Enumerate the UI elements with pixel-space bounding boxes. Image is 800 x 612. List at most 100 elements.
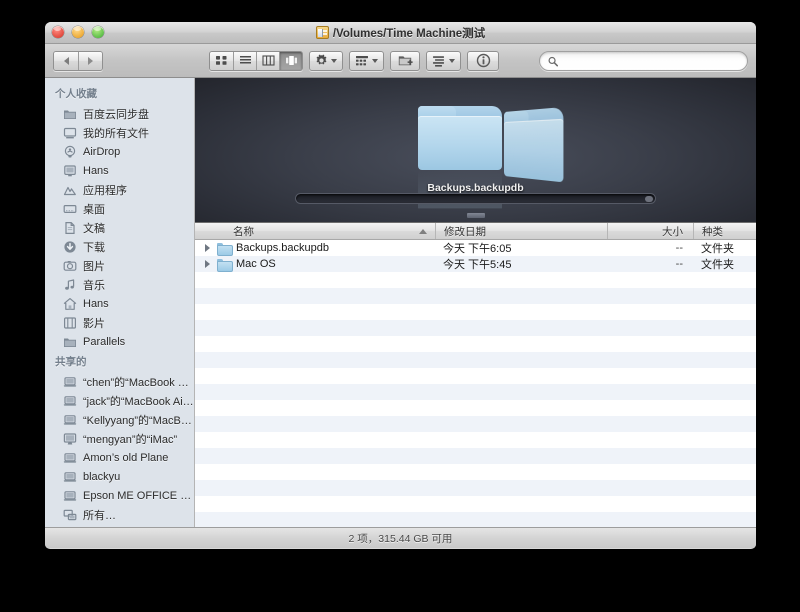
cell-date: 今天 下午5:45 <box>443 259 512 271</box>
sidebar-item[interactable]: blackyu <box>45 467 194 486</box>
forward-button[interactable] <box>78 51 102 70</box>
empty-row <box>195 496 756 512</box>
sidebar-item[interactable]: Hans <box>45 294 194 313</box>
action-menu-button[interactable] <box>309 50 343 71</box>
file-list[interactable]: Backups.backupdb 今天 下午6:05 -- 文件夹 Mac OS 今天 下… <box>195 240 756 527</box>
sidebar-item[interactable]: 图片 <box>45 256 194 275</box>
sidebar-item[interactable]: Amon’s old Plane <box>45 448 194 467</box>
sidebar-item[interactable]: 影片 <box>45 313 194 332</box>
status-text: 2 项，315.44 GB 可用 <box>348 532 453 545</box>
sidebar-item[interactable]: 应用程序 <box>45 180 194 199</box>
downloads-icon <box>63 240 77 254</box>
file-name-label: Mac OS <box>236 258 276 270</box>
laptop-icon <box>63 470 77 484</box>
desktop-computer-icon <box>63 164 77 178</box>
sidebar-item[interactable]: Hans <box>45 161 194 180</box>
coverflow-view-button[interactable] <box>279 51 302 70</box>
sidebar-item[interactable]: 下载 <box>45 237 194 256</box>
coverflow-main-folder-icon[interactable] <box>417 106 502 209</box>
documents-icon <box>63 221 77 235</box>
sidebar-item[interactable]: Parallels <box>45 332 194 351</box>
back-button[interactable] <box>54 51 78 70</box>
laptop-icon <box>63 451 77 465</box>
finder-window: /Volumes/Time Machine测试 个人收藏 百度云同步盘 我的所有… <box>45 22 756 549</box>
empty-row <box>195 272 756 288</box>
sidebar-item-label: Parallels <box>83 335 126 348</box>
column-header-date-label: 修改日期 <box>444 225 486 238</box>
table-row[interactable]: Mac OS 今天 下午5:45 -- 文件夹 <box>195 256 756 272</box>
sidebar-item-label: 所有… <box>83 509 116 522</box>
share-list-icon <box>433 55 444 67</box>
arrange-menu-button[interactable] <box>349 50 384 71</box>
sidebar-item-label: Hans <box>83 164 109 177</box>
icon-view-button[interactable] <box>210 51 233 70</box>
laptop-icon <box>63 414 77 425</box>
column-header-size[interactable]: 大小 <box>607 223 693 239</box>
sidebar-item[interactable]: 所有… <box>45 505 194 524</box>
sidebar-item[interactable]: 音乐 <box>45 275 194 294</box>
imac-icon <box>63 432 77 444</box>
coverflow-scrollbar[interactable] <box>295 193 656 204</box>
cell-size: -- <box>675 258 683 270</box>
sidebar-item-label: “mengyan”的“iMac” <box>83 433 178 446</box>
coverflow-scrollbar-thumb[interactable] <box>645 195 653 202</box>
sidebar-item[interactable]: “jack”的“MacBook Air” (2) <box>45 391 194 410</box>
folder-icon <box>63 335 77 349</box>
zoom-button[interactable] <box>92 26 104 38</box>
toolbar <box>45 44 756 78</box>
pictures-icon <box>63 260 77 271</box>
sidebar-item-label: “Kellyyang”的“MacBook Air” <box>83 414 194 427</box>
column-header-kind-label: 种类 <box>702 225 723 238</box>
network-icon <box>63 509 77 520</box>
sidebar: 个人收藏百度云同步盘 我的所有文件 AirDrop Hans 应用程序 桌面 文稿… <box>45 78 195 527</box>
new-folder-button[interactable] <box>390 50 420 71</box>
share-menu-button[interactable] <box>426 50 461 71</box>
info-button[interactable] <box>467 50 499 71</box>
minimize-button[interactable] <box>72 26 84 38</box>
empty-row <box>195 320 756 336</box>
sidebar-item[interactable]: 百度云同步盘 <box>45 104 194 123</box>
chevron-down-icon <box>331 58 337 63</box>
sidebar-item[interactable]: Epson ME OFFICE 570-E8… <box>45 486 194 505</box>
sidebar-item[interactable]: 文稿 <box>45 218 194 237</box>
airdrop-icon <box>64 145 76 157</box>
sidebar-item-label: 影片 <box>83 317 105 330</box>
movies-icon <box>63 316 77 330</box>
laptop-icon <box>63 395 77 406</box>
sidebar-item[interactable]: “mengyan”的“iMac” <box>45 429 194 448</box>
sidebar-item-label: AirDrop <box>83 145 121 158</box>
cell-name: Mac OS <box>195 258 435 272</box>
sidebar-item[interactable]: “chen”的“MacBook Pro” (2) <box>45 372 194 391</box>
coverflow-preview[interactable]: Backups.backupdb <box>195 78 756 223</box>
coverflow-side-folder-icon[interactable] <box>503 106 563 183</box>
disclosure-triangle-icon[interactable] <box>203 260 212 269</box>
search-field[interactable] <box>539 51 748 71</box>
documents-icon <box>65 221 75 234</box>
search-input[interactable] <box>562 55 739 67</box>
column-header-date[interactable]: 修改日期 <box>435 223 607 239</box>
sidebar-item[interactable]: “Kellyyang”的“MacBook Air” <box>45 410 194 429</box>
applications-icon <box>63 186 76 195</box>
close-button[interactable] <box>52 26 64 38</box>
coverflow-resize-grip[interactable] <box>466 213 485 218</box>
list-view-button[interactable] <box>233 51 256 70</box>
content-pane: Backups.backupdb 名称 修改日期 大小 种类 Backups.b… <box>195 78 756 527</box>
column-header-kind[interactable]: 种类 <box>693 223 756 239</box>
column-header-size-label: 大小 <box>662 225 683 238</box>
table-row[interactable]: Backups.backupdb 今天 下午6:05 -- 文件夹 <box>195 240 756 256</box>
sidebar-item-label: 桌面 <box>83 203 105 216</box>
title-bar: /Volumes/Time Machine测试 <box>45 22 756 44</box>
disclosure-triangle-icon[interactable] <box>203 244 212 253</box>
column-header-name[interactable]: 名称 <box>195 223 435 239</box>
columns-icon <box>261 55 275 66</box>
sidebar-item[interactable]: AirDrop <box>45 142 194 161</box>
sidebar-item-label: 应用程序 <box>83 184 127 197</box>
sidebar-section-header: 个人收藏 <box>55 88 97 100</box>
sidebar-item-label: 音乐 <box>83 279 105 292</box>
column-view-button[interactable] <box>256 51 279 70</box>
sidebar-item[interactable]: 桌面 <box>45 199 194 218</box>
sidebar-item[interactable]: 我的所有文件 <box>45 123 194 142</box>
desktop-icon <box>63 204 77 213</box>
empty-row <box>195 432 756 448</box>
chevron-right-icon <box>88 56 93 65</box>
